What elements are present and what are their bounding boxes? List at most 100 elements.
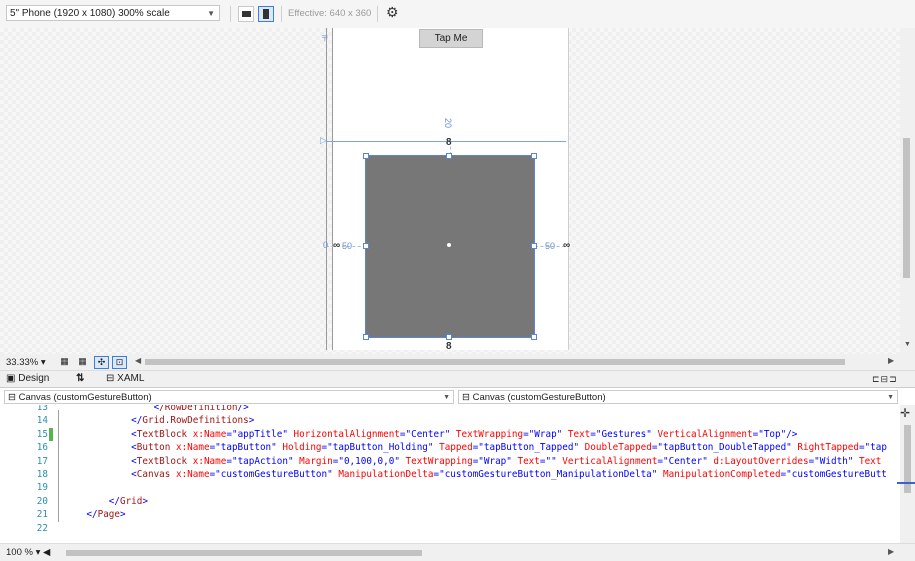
gear-icon[interactable]: ⚙ [386,4,399,21]
line-number: 15 [36,428,48,440]
landscape-orientation-button[interactable] [238,6,254,22]
line-number: 18 [36,469,48,480]
scope-bar: ⊟ Canvas (customGestureButton) ▼ ⊟ Canvas… [0,387,915,407]
element-scope-value: Canvas (customGestureButton) [18,392,152,403]
line-number: 19 [36,482,48,494]
code-line[interactable]: 16 <Button x:Name="tapButton" Holding="t… [0,441,900,454]
ruler-line [326,28,327,350]
code-line[interactable]: 17 <TextBlock x:Name="tapAction" Margin=… [0,455,900,468]
code-text: </Page> [86,509,126,521]
zoom-level-value: 33.33% [6,357,39,368]
tab-xaml[interactable]: ⊟ XAML [106,373,144,384]
code-text: <TextBlock x:Name="appTitle" HorizontalA… [131,428,798,440]
landscape-icon [242,11,251,17]
view-tabs: ▣ Design ⇅ ⊟ XAML ⊏⊟⊐ [0,370,915,388]
caret-position-marker [897,482,915,484]
portrait-orientation-button[interactable] [258,6,274,22]
editor-status-bar: 100 % ▾ ◀ ▶ [0,543,915,561]
device-select-value: 5" Phone (1920 x 1080) 300% scale [10,8,170,19]
ruler-marker-icon: ╤ [322,32,328,41]
anchor-link-icon[interactable]: 8 [446,137,452,148]
ruler-left-value: 0 [323,240,329,250]
scroll-right-icon[interactable]: ▶ [888,356,894,365]
code-line[interactable]: 18 <Canvas x:Name="customGestureButton" … [0,468,900,481]
line-number: 16 [36,442,48,454]
element-scope-select[interactable]: ⊟ Canvas (customGestureButton) ▼ [4,390,454,404]
line-number: 20 [36,495,48,507]
split-layout-icon[interactable]: ⊏⊟⊐ [872,374,898,385]
resize-handle[interactable] [363,243,369,249]
line-number: 13 [36,405,48,413]
code-text: <Button x:Name="tapButton" Holding="tapB… [131,442,887,454]
code-line[interactable]: 14 </Grid.RowDefinitions> [0,414,900,427]
xaml-editor[interactable]: 13 </RowDefinition/> 14 </Grid.RowDefinit… [0,405,900,543]
split-handle-icon[interactable]: ✛ [900,406,910,420]
resize-handle[interactable] [531,153,537,159]
code-text: </Grid.RowDefinitions> [131,415,255,427]
line-number: 22 [36,522,48,534]
change-indicator [49,428,53,441]
snap-to-snaplines-icon[interactable]: ⊡ [112,356,127,369]
code-line[interactable]: 21 </Page> [0,508,900,521]
resize-handle[interactable] [531,243,537,249]
line-number: 14 [36,415,48,427]
code-line[interactable]: 19 [0,481,900,494]
scroll-left-icon[interactable]: ◀ [135,356,141,365]
chevron-down-icon: ▼ [887,394,894,401]
effective-resolution-label: Effective: 640 x 360 [288,8,372,19]
device-select[interactable]: 5" Phone (1920 x 1080) 300% scale ▼ [6,5,220,21]
center-point [447,243,451,247]
code-text: </RowDefinition/> [153,405,249,413]
code-line[interactable]: 13 </RowDefinition/> [0,405,900,414]
tab-design-label: Design [18,373,50,384]
resize-handle[interactable] [531,334,537,340]
grid-icon[interactable]: ▦ [58,356,71,367]
line-number: 17 [36,455,48,467]
toolbar-divider [230,6,231,22]
member-scope-select[interactable]: ⊟ Canvas (customGestureButton) ▼ [458,390,898,404]
resize-handle[interactable] [446,153,452,159]
scroll-down-icon[interactable]: ▼ [904,341,911,348]
portrait-icon [263,9,269,19]
guide-arrow-icon[interactable]: ▷ [320,135,327,146]
toolbar-divider [281,6,282,22]
resize-handle[interactable] [363,334,369,340]
anchor-link-icon[interactable]: ∞ [563,240,570,251]
scrollbar-thumb[interactable] [145,359,845,365]
member-scope-value: Canvas (customGestureButton) [472,392,606,403]
tap-me-button[interactable]: Tap Me [419,29,483,48]
editor-zoom-value: 100 % [6,547,33,558]
editor-zoom-select[interactable]: 100 % ▾ ◀ [6,547,50,558]
code-line[interactable]: 22 [0,522,900,535]
chevron-down-icon: ▼ [443,394,450,401]
swap-panes-icon[interactable]: ⇅ [76,373,84,384]
code-text: <Canvas x:Name="customGestureButton" Man… [131,469,887,480]
chevron-down-icon: ▼ [207,9,215,18]
design-surface[interactable]: ╤ Tap Me ▷ 20 8 8 ∞ ∞ 0 50 50 [0,28,900,354]
tab-design[interactable]: ▣ Design [6,373,49,384]
zoom-level-select[interactable]: 33.33% ▾ [6,357,46,368]
anchor-link-icon[interactable]: ∞ [333,240,340,251]
design-zoom-bar: 33.33% ▾ ▦ ▦ ✣ ⊡ ◀ ▶ [0,354,915,370]
code-text: </Grid> [108,495,148,507]
margin-right-label: 50 [545,241,556,251]
designer-toolbar: 5" Phone (1920 x 1080) 300% scale ▼ Effe… [0,0,915,28]
tab-xaml-label: XAML [117,373,145,384]
outline-fold-line [58,410,59,522]
design-vertical-scrollbar[interactable]: ▼ [900,28,915,354]
scrollbar-thumb[interactable] [903,138,910,278]
resize-handle[interactable] [363,153,369,159]
resize-handle[interactable] [446,334,452,340]
code-line[interactable]: 15 <TextBlock x:Name="appTitle" Horizont… [0,428,900,441]
margin-left-label: 50 [342,241,353,251]
anchor-link-icon[interactable]: 8 [446,341,452,352]
line-number: 21 [36,509,48,521]
code-line[interactable]: 20 </Grid> [0,495,900,508]
margin-top-label: 20 [443,117,454,129]
snap-grid-icon[interactable]: ▦ [76,356,89,367]
scrollbar-thumb[interactable] [66,550,422,556]
toolbar-divider [377,6,378,22]
artboard-background-icon[interactable]: ✣ [94,356,109,369]
scroll-right-icon[interactable]: ▶ [888,547,894,556]
code-text: <TextBlock x:Name="tapAction" Margin="0,… [131,455,882,467]
